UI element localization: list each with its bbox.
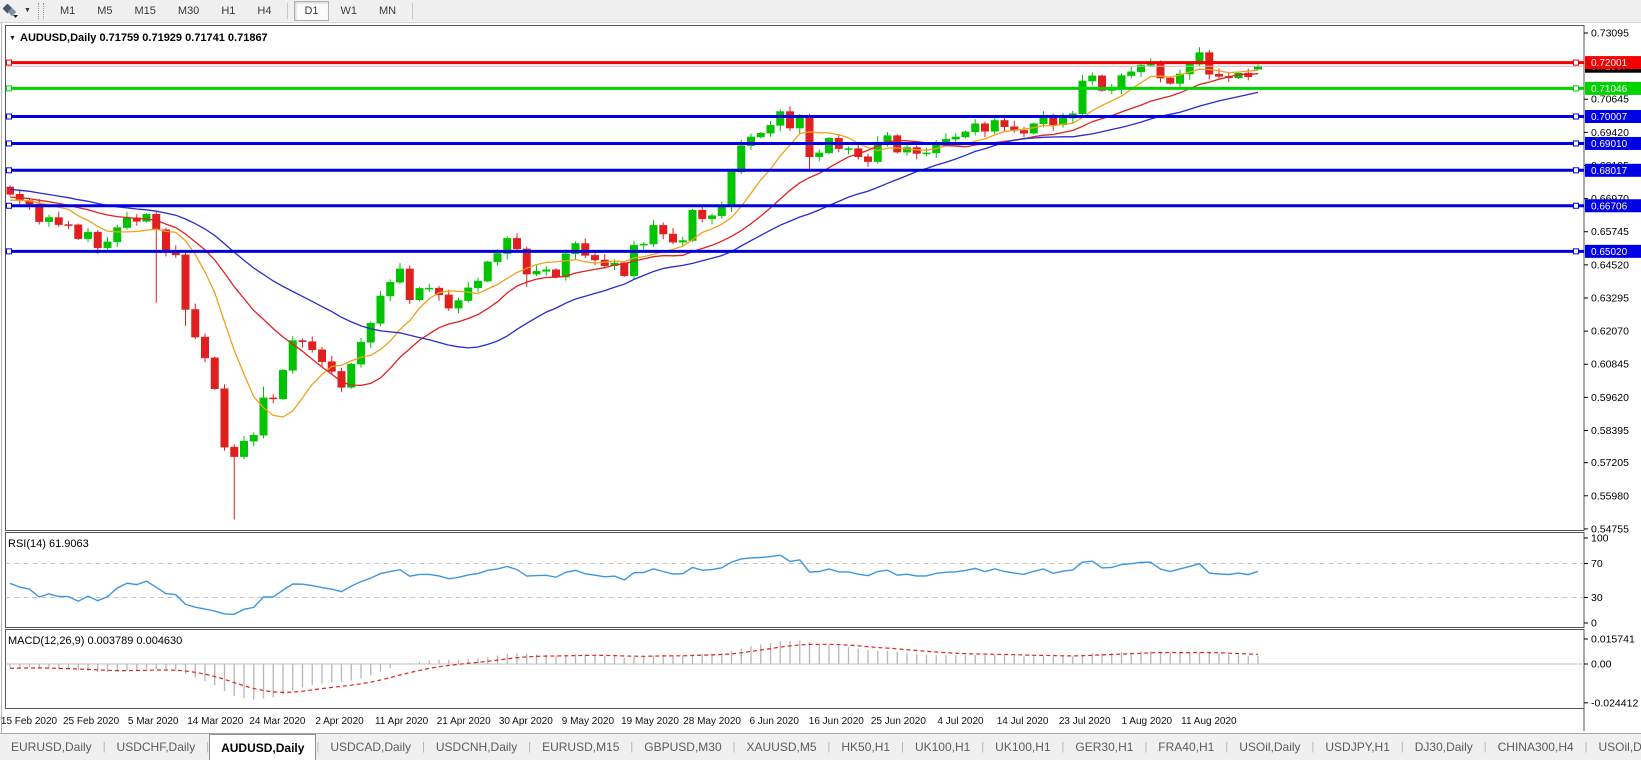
svg-text:5 Mar 2020: 5 Mar 2020	[128, 716, 179, 727]
svg-text:0.00: 0.00	[1591, 659, 1612, 671]
svg-text:0.68017: 0.68017	[1591, 166, 1628, 177]
chart-tab-china300-h4[interactable]: CHINA300,H4	[1487, 734, 1585, 760]
svg-text:0.57205: 0.57205	[1591, 457, 1629, 469]
svg-text:70: 70	[1591, 558, 1603, 570]
svg-text:0.55980: 0.55980	[1591, 490, 1629, 502]
svg-text:0.64520: 0.64520	[1591, 259, 1629, 271]
chart-tab-audusd-daily[interactable]: AUDUSD,Daily	[209, 734, 316, 760]
svg-text:15 Feb 2020: 15 Feb 2020	[1, 716, 58, 727]
svg-text:0.62070: 0.62070	[1591, 326, 1629, 338]
date-axis: 15 Feb 2020 25 Feb 2020 5 Mar 2020 14 Mar 2…	[1, 716, 1237, 727]
svg-text:-0.024412: -0.024412	[1591, 697, 1638, 709]
toolbar-separator	[287, 3, 288, 19]
svg-text:4 Jul 2020: 4 Jul 2020	[937, 716, 984, 727]
chart-tab-usdcnh-daily[interactable]: USDCNH,Daily	[425, 734, 528, 760]
svg-text:0.60845: 0.60845	[1591, 359, 1629, 371]
svg-text:24 Mar 2020: 24 Mar 2020	[249, 716, 306, 727]
chart-tab-ger30-h1[interactable]: GER30,H1	[1064, 734, 1144, 760]
svg-text:21 Apr 2020: 21 Apr 2020	[437, 716, 491, 727]
timeframe-button-h1[interactable]: H1	[211, 1, 245, 21]
svg-text:0.69010: 0.69010	[1591, 139, 1628, 150]
timeframe-toolbar: ▼ M1M5M15M30H1H4 D1W1MN	[0, 0, 1641, 23]
chart-tab-dj30-daily[interactable]: DJ30,Daily	[1404, 734, 1484, 760]
svg-text:0.66706: 0.66706	[1591, 201, 1628, 212]
svg-text:0.65745: 0.65745	[1591, 226, 1629, 238]
svg-text:25 Jun 2020: 25 Jun 2020	[871, 716, 926, 727]
svg-text:0.70645: 0.70645	[1591, 94, 1629, 106]
svg-text:0.015741: 0.015741	[1591, 633, 1635, 645]
svg-text:19 May 2020: 19 May 2020	[621, 716, 679, 727]
chart-tab-bar: EURUSD,Daily|USDCHF,Daily|AUDUSD,Daily|U…	[0, 733, 1641, 760]
timeframe-button-d1[interactable]: D1	[294, 1, 328, 21]
svg-text:0.73095: 0.73095	[1591, 28, 1629, 40]
timeframe-button-mn[interactable]: MN	[369, 1, 406, 21]
toolbar-grip[interactable]	[38, 3, 44, 19]
svg-text:0.65020: 0.65020	[1591, 247, 1628, 258]
svg-text:28 May 2020: 28 May 2020	[683, 716, 741, 727]
chart-tab-uk100-h1[interactable]: UK100,H1	[984, 734, 1061, 760]
svg-text:0.72001: 0.72001	[1591, 58, 1628, 69]
chart-tab-eurusd-daily[interactable]: EURUSD,Daily	[0, 734, 103, 760]
svg-text:30: 30	[1591, 592, 1603, 604]
svg-text:6 Jun 2020: 6 Jun 2020	[749, 716, 799, 727]
chart-tab-hk50-h1[interactable]: HK50,H1	[830, 734, 901, 760]
svg-text:11 Apr 2020: 11 Apr 2020	[375, 716, 429, 727]
svg-text:0.58395: 0.58395	[1591, 425, 1629, 437]
timeframe-button-h4[interactable]: H4	[247, 1, 281, 21]
chart-type-dropdown-icon[interactable]: ▼	[20, 3, 35, 19]
svg-text:16 Jun 2020: 16 Jun 2020	[809, 716, 864, 727]
svg-text:30 Apr 2020: 30 Apr 2020	[499, 716, 553, 727]
chart-tab-gbpusd-m30[interactable]: GBPUSD,M30	[633, 734, 732, 760]
timeframe-button-m5[interactable]: M5	[87, 1, 122, 21]
svg-text:1 Aug 2020: 1 Aug 2020	[1121, 716, 1172, 727]
chart-area[interactable]: 0.730950.706450.694200.681950.669700.657…	[0, 23, 1641, 733]
svg-text:23 Jul 2020: 23 Jul 2020	[1059, 716, 1111, 727]
chart-tab-usoil-daily[interactable]: USOil,Daily	[1228, 734, 1311, 760]
timeframe-button-m1[interactable]: M1	[50, 1, 85, 21]
chart-tab-usdjpy-h1[interactable]: USDJPY,H1	[1314, 734, 1400, 760]
svg-text:14 Mar 2020: 14 Mar 2020	[187, 716, 244, 727]
chart-tab-uk100-h1[interactable]: UK100,H1	[904, 734, 981, 760]
svg-text:0: 0	[1591, 618, 1597, 630]
svg-text:2 Apr 2020: 2 Apr 2020	[315, 716, 364, 727]
svg-text:AUDUSD,Daily 0.71759 0.71929: AUDUSD,Daily 0.71759 0.71929 0.71741 0.7…	[20, 32, 268, 44]
chart-title: ▼ AUDUSD,Daily 0.71759 0.71929 0.71741 0.…	[9, 32, 268, 44]
svg-text:0.63295: 0.63295	[1591, 292, 1629, 304]
mt4-window: ▼ M1M5M15M30H1H4 D1W1MN 0.73095 0.70645 0.6…	[0, 0, 1641, 760]
chart-tab-usdchf-daily[interactable]: USDCHF,Daily	[106, 734, 207, 760]
chart-canvas[interactable]: 0.730950.706450.694200.681950.669700.657…	[0, 23, 1641, 733]
timeframe-button-w1[interactable]: W1	[331, 1, 368, 21]
svg-text:11 Aug 2020: 11 Aug 2020	[1181, 716, 1237, 727]
timeframe-button-m30[interactable]: M30	[168, 1, 209, 21]
chart-tab-usoil-d[interactable]: USOil,D	[1588, 734, 1641, 760]
chart-tab-fra40-h1[interactable]: FRA40,H1	[1147, 734, 1225, 760]
svg-text:0.70007: 0.70007	[1591, 112, 1628, 123]
svg-text:0.59620: 0.59620	[1591, 392, 1629, 404]
timeframe-button-m15[interactable]: M15	[125, 1, 166, 21]
chart-tab-usdcad-daily[interactable]: USDCAD,Daily	[319, 734, 422, 760]
svg-text:25 Feb 2020: 25 Feb 2020	[63, 716, 120, 727]
svg-text:▼: ▼	[9, 35, 16, 42]
svg-text:14 Jul 2020: 14 Jul 2020	[997, 716, 1049, 727]
svg-text:9 May 2020: 9 May 2020	[562, 716, 615, 727]
svg-text:100: 100	[1591, 533, 1609, 545]
chart-tab-xauusd-m5[interactable]: XAUUSD,M5	[736, 734, 828, 760]
price-axis: 0.730950.706450.694200.681950.669700.657…	[1584, 28, 1641, 536]
chart-tab-eurusd-m15[interactable]: EURUSD,M15	[531, 734, 630, 760]
rsi-label: RSI(14) 61.9063	[8, 538, 89, 550]
svg-text:0.71046: 0.71046	[1591, 84, 1628, 95]
toolbar-separator	[412, 3, 413, 19]
chart-windows-icon[interactable]	[2, 3, 20, 19]
macd-label: MACD(12,26,9) 0.003789 0.004630	[8, 635, 182, 647]
